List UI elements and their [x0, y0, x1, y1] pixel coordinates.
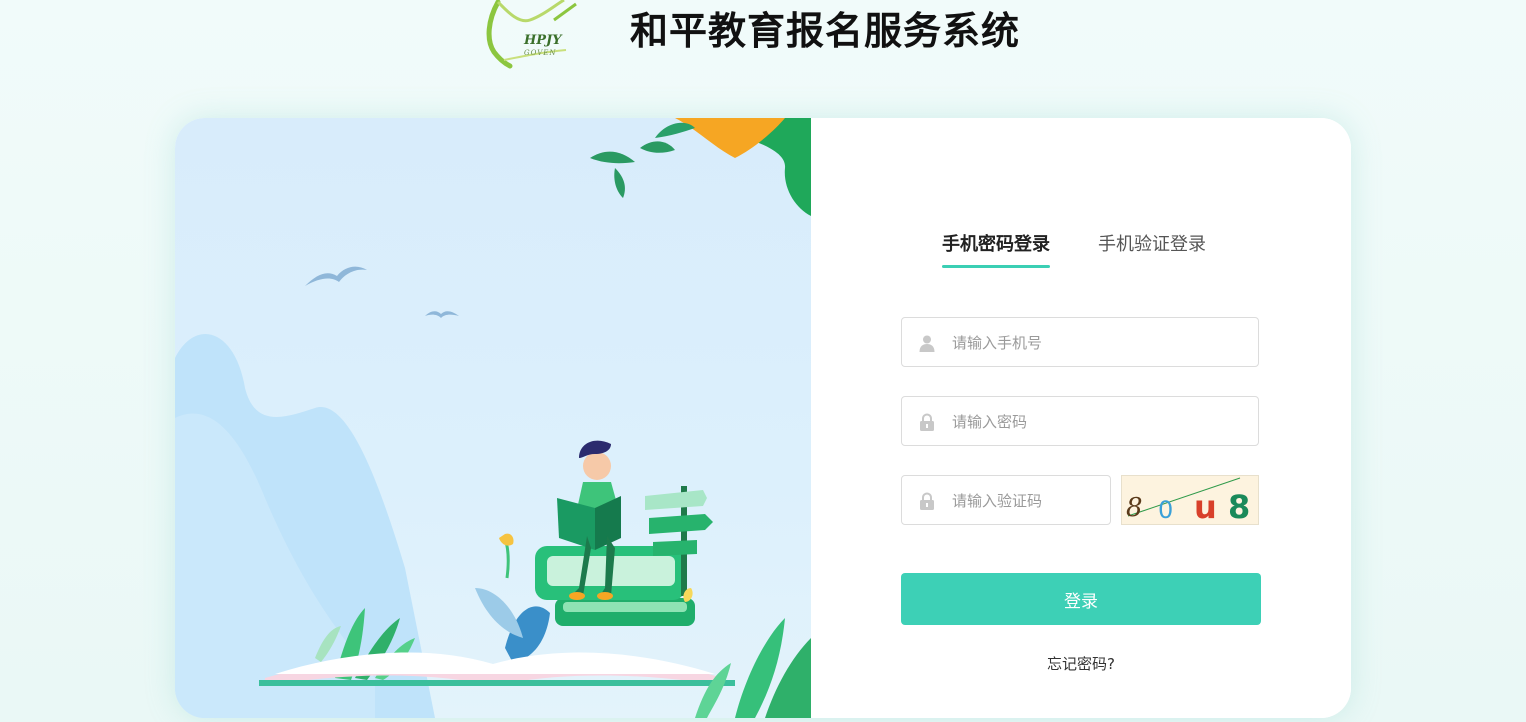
captcha-char-2: 0: [1158, 496, 1173, 524]
svg-text:HPJY: HPJY: [523, 33, 563, 48]
tab-phone-code-login[interactable]: 手机验证登录: [1098, 230, 1206, 266]
captcha-image[interactable]: 8 0 u 8: [1121, 475, 1259, 525]
lock-icon: [918, 492, 936, 510]
login-page: HPJY GOVEN 和平教育报名服务系统 手机密码登录 手机验证登录 请输入手…: [0, 0, 1526, 722]
phone-input[interactable]: [950, 318, 1244, 368]
login-card: 手机密码登录 手机验证登录 请输入手机号 请输入验证码 8 0 u 8 登录 忘…: [175, 118, 1351, 718]
hero-illustration: [175, 118, 811, 718]
tab-phone-password-login[interactable]: 手机密码登录: [942, 230, 1050, 268]
captcha-input[interactable]: [950, 476, 1104, 526]
forgot-password-link[interactable]: 忘记密码?: [901, 653, 1261, 674]
captcha-char-3: u: [1194, 488, 1217, 525]
password-input[interactable]: [950, 397, 1244, 447]
login-form-panel: 手机密码登录 手机验证登录 请输入手机号 请输入验证码 8 0 u 8 登录 忘…: [811, 118, 1351, 718]
login-tabs: 手机密码登录 手机验证登录: [942, 230, 1206, 268]
svg-text:GOVEN: GOVEN: [524, 49, 557, 57]
captcha-field: [901, 475, 1111, 526]
captcha-char-4: 8: [1228, 488, 1250, 525]
phone-field: [901, 317, 1259, 368]
user-icon: [918, 334, 936, 352]
reading-scene-graphic: [175, 118, 811, 718]
captcha-char-1: 8: [1126, 493, 1143, 523]
password-field: [901, 396, 1259, 447]
header: HPJY GOVEN 和平教育报名服务系统: [0, 0, 1526, 70]
brand-logo: HPJY GOVEN: [484, 0, 594, 70]
lock-icon: [918, 413, 936, 431]
site-title: 和平教育报名服务系统: [630, 9, 1021, 53]
login-button[interactable]: 登录: [901, 573, 1261, 625]
